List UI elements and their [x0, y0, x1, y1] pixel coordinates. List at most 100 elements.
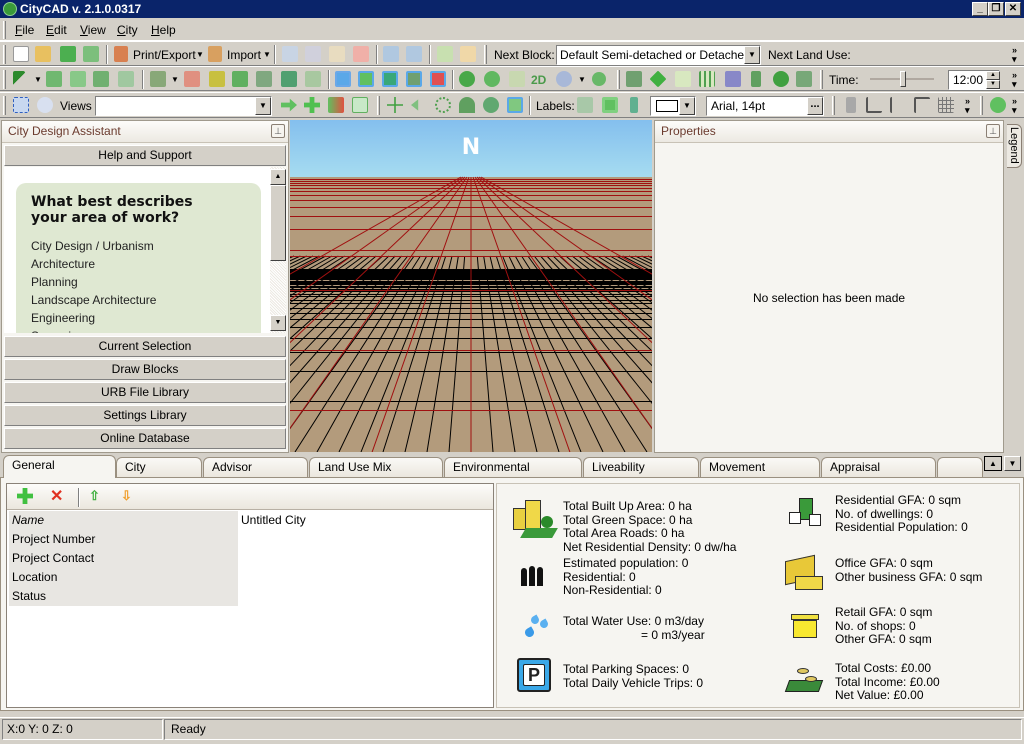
snap-circle-icon[interactable]: [435, 97, 451, 113]
menu-help[interactable]: Help: [151, 23, 176, 37]
menu-edit[interactable]: Edit: [46, 23, 67, 37]
menu-view[interactable]: View: [80, 23, 106, 37]
toolbar-grip[interactable]: [3, 45, 6, 64]
field-row-location[interactable]: Location: [9, 568, 491, 587]
show-walls-icon[interactable]: [725, 71, 741, 87]
move-icon[interactable]: [46, 71, 62, 87]
draw-plot-icon[interactable]: [209, 71, 225, 87]
go-view-icon[interactable]: [281, 98, 297, 112]
zoom-extents-icon[interactable]: [13, 97, 29, 113]
legend-tab[interactable]: Legend: [1007, 124, 1022, 168]
settings-dropdown-icon[interactable]: ▼: [578, 75, 586, 84]
rotate-icon[interactable]: [70, 71, 86, 87]
option-city-design[interactable]: City Design / Urbanism: [31, 237, 156, 255]
section-current-selection[interactable]: Current Selection: [4, 336, 286, 357]
field-row-status[interactable]: Status: [9, 587, 491, 606]
update-view-icon[interactable]: [328, 97, 344, 113]
save-icon[interactable]: [60, 46, 76, 62]
view-building-icon[interactable]: [382, 71, 398, 87]
font-select[interactable]: Arial, 14pt ...: [706, 96, 824, 116]
import-button[interactable]: Import: [227, 48, 261, 62]
close-button[interactable]: ✕: [1005, 2, 1021, 16]
remove-field-icon[interactable]: ✕: [50, 486, 63, 506]
view-block-icon[interactable]: [358, 71, 374, 87]
snap-icon[interactable]: [387, 97, 403, 113]
draw-building-icon[interactable]: [281, 71, 297, 87]
view-street-icon[interactable]: [335, 71, 351, 87]
show-grid-icon[interactable]: [699, 71, 715, 87]
import-dropdown-icon[interactable]: ▼: [263, 50, 271, 59]
option-engineering[interactable]: Engineering: [31, 309, 156, 327]
save-as-icon[interactable]: [83, 46, 99, 62]
open-folder-icon[interactable]: [35, 46, 51, 62]
menu-city[interactable]: City: [117, 23, 138, 37]
redo-icon[interactable]: [406, 46, 422, 62]
label-plots-icon[interactable]: [602, 97, 618, 113]
chevron-down-icon[interactable]: ▼: [744, 46, 760, 64]
maximize-panel-button[interactable]: ▲: [984, 456, 1002, 471]
move-up-icon[interactable]: [437, 46, 453, 62]
snap-grid-icon[interactable]: [507, 97, 523, 113]
option-planning[interactable]: Planning: [31, 273, 156, 291]
next-block-select[interactable]: Default Semi-detached or Detache... ▼: [556, 45, 761, 65]
clock-icon[interactable]: [484, 71, 500, 87]
label-streets-icon[interactable]: [577, 97, 593, 113]
transform-icon[interactable]: [93, 71, 109, 87]
option-surveying[interactable]: Surveying: [31, 327, 156, 333]
tab-land-use-mix[interactable]: Land Use Mix: [309, 457, 443, 477]
new-file-icon[interactable]: [13, 46, 29, 62]
label-buildings-icon[interactable]: [630, 97, 638, 113]
select-dropdown-icon[interactable]: ▼: [34, 75, 42, 84]
show-height-icon[interactable]: [751, 71, 761, 87]
show-plots-icon[interactable]: [649, 70, 667, 88]
draw-dropdown-icon[interactable]: ▼: [171, 75, 179, 84]
align-top-icon[interactable]: [914, 97, 930, 113]
toolbar-overflow-icon[interactable]: » ▾: [1012, 97, 1017, 115]
move-field-up-icon[interactable]: ⇧: [89, 488, 100, 504]
map-icon[interactable]: [509, 71, 525, 87]
scroll-thumb[interactable]: [270, 185, 286, 261]
draw-line-icon[interactable]: [184, 71, 200, 87]
tabs-dropdown-button[interactable]: ▼: [1004, 456, 1021, 471]
draw-street-icon[interactable]: [150, 71, 166, 87]
tab-city[interactable]: City: [116, 457, 202, 477]
snap-refresh-icon[interactable]: [483, 97, 499, 113]
tab-advisor[interactable]: Advisor: [203, 457, 308, 477]
print-export-dropdown-icon[interactable]: ▼: [196, 50, 204, 59]
show-north-icon[interactable]: [675, 71, 691, 87]
view-2d-button[interactable]: 2D: [531, 73, 546, 87]
add-field-icon[interactable]: [17, 488, 33, 504]
tab-appraisal[interactable]: Appraisal: [821, 457, 936, 477]
snap-back-icon[interactable]: [411, 99, 419, 111]
label-color-select[interactable]: ▼: [650, 96, 696, 116]
toolbar-grip[interactable]: [3, 21, 6, 39]
copy-icon[interactable]: [305, 46, 321, 62]
time-up-button[interactable]: ▲: [986, 71, 1000, 80]
pan-hand-icon[interactable]: [118, 71, 134, 87]
views-select[interactable]: ▼: [95, 96, 272, 116]
delete-icon[interactable]: [353, 46, 369, 62]
tab-general[interactable]: General: [3, 455, 116, 478]
field-row-project-contact[interactable]: Project Contact: [9, 549, 491, 568]
undo-icon[interactable]: [383, 46, 399, 62]
time-down-button[interactable]: ▼: [986, 80, 1000, 89]
sun-icon[interactable]: [459, 71, 475, 87]
snap-plot-icon[interactable]: [459, 97, 475, 113]
view-trees-icon[interactable]: [406, 71, 422, 87]
viewport-canvas[interactable]: N: [290, 120, 652, 452]
time-slider-thumb[interactable]: [900, 71, 906, 87]
show-streets-icon[interactable]: [796, 71, 812, 87]
help-scrollbar[interactable]: ▲ ▼: [270, 167, 286, 333]
move-field-down-icon[interactable]: ⇩: [121, 488, 132, 504]
settings-gear-icon[interactable]: [556, 71, 572, 87]
pin-icon[interactable]: ⊥: [271, 124, 285, 138]
tab-movement[interactable]: Movement: [700, 457, 820, 477]
view-windows-icon[interactable]: [352, 97, 368, 113]
align-anchor-icon[interactable]: [846, 97, 856, 113]
print-export-button[interactable]: Print/Export: [133, 48, 196, 62]
add-view-icon[interactable]: [304, 97, 320, 113]
option-landscape-architecture[interactable]: Landscape Architecture: [31, 291, 156, 309]
field-row-project-number[interactable]: Project Number: [9, 530, 491, 549]
show-buildings-icon[interactable]: [626, 71, 642, 87]
option-architecture[interactable]: Architecture: [31, 255, 156, 273]
